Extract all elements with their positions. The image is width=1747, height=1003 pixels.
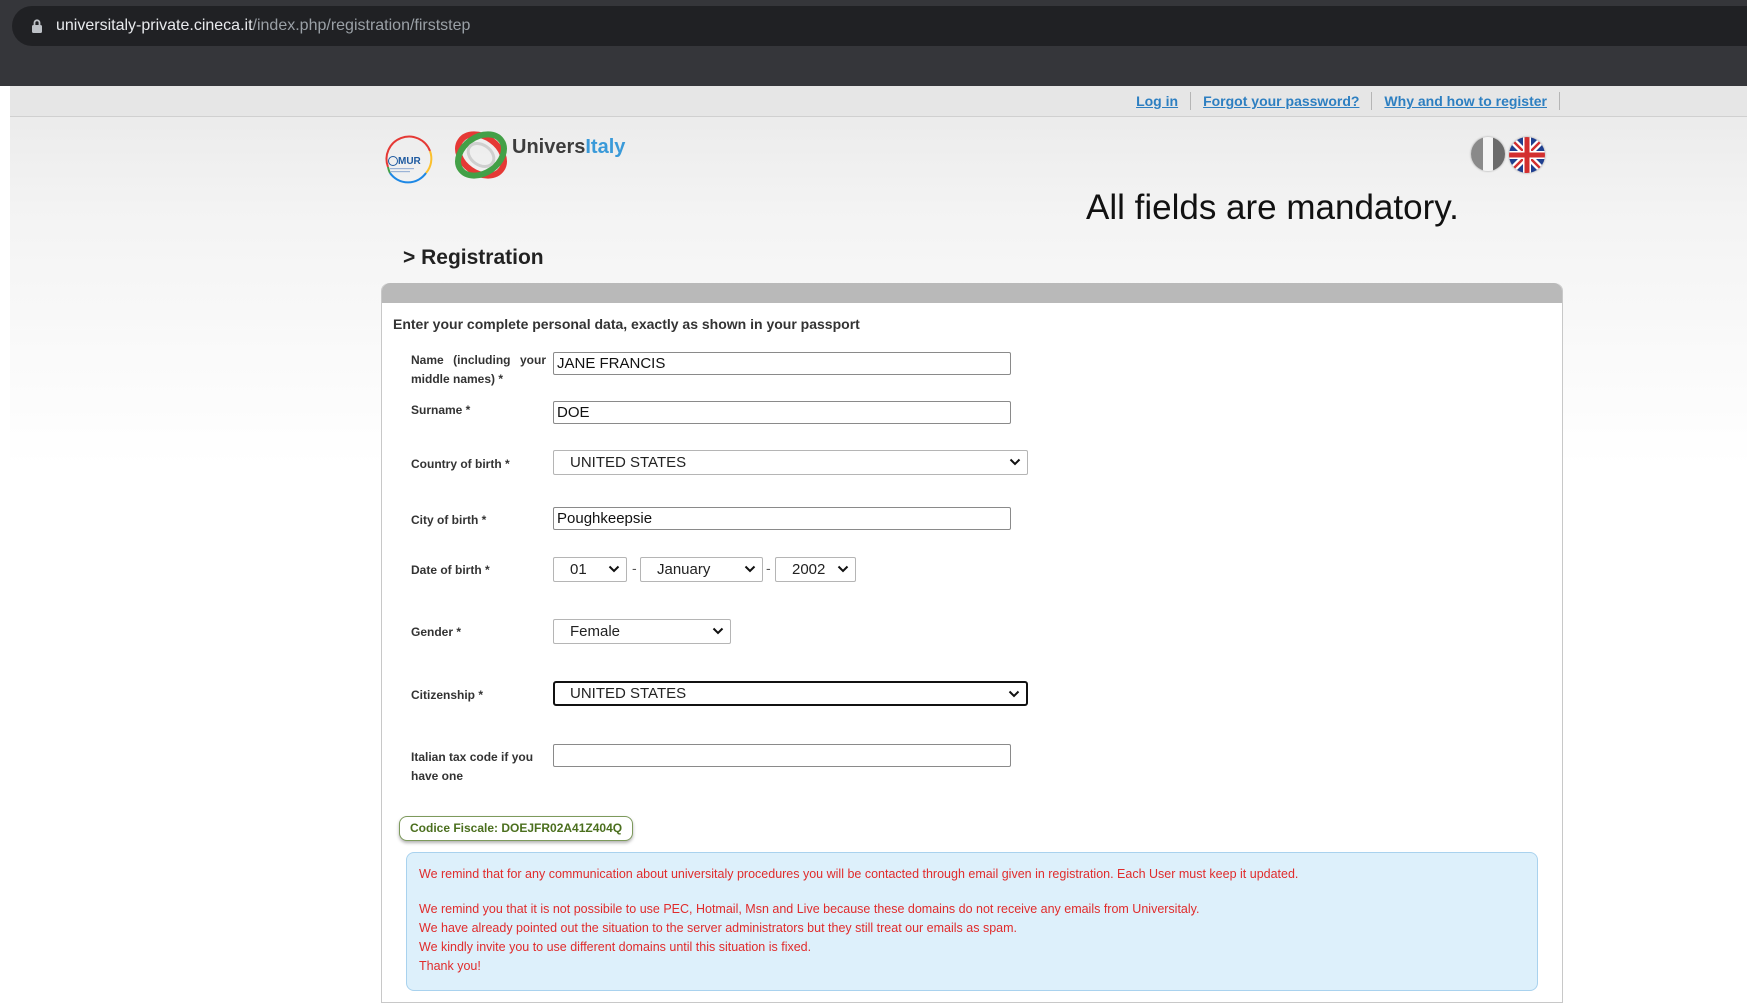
universitaly-logo-icon	[455, 131, 507, 179]
city-of-birth-label: City of birth *	[411, 513, 487, 527]
dob-day-value: 01	[570, 561, 587, 578]
login-link[interactable]: Log in	[1124, 93, 1190, 109]
brand-part2: Italy	[585, 136, 626, 158]
browser-toolbar: universitaly-private.cineca.it/index.php…	[0, 0, 1747, 86]
notice-line: We kindly invite you to use different do…	[419, 940, 812, 954]
panel-header	[382, 283, 1562, 303]
name-field[interactable]: JANE FRANCIS	[553, 352, 1011, 375]
country-of-birth-select[interactable]: UNITED STATES	[553, 450, 1028, 475]
gender-select[interactable]: Female	[553, 619, 731, 644]
notice-line: We have already pointed out the situatio…	[419, 921, 1017, 935]
chevron-down-icon	[837, 565, 849, 573]
url-path: /index.php/registration/firststep	[252, 17, 471, 34]
dob-year-value: 2002	[792, 561, 826, 578]
dob-month-select[interactable]: January	[640, 557, 763, 582]
country-of-birth-label: Country of birth *	[411, 457, 510, 471]
chevron-down-icon	[608, 565, 620, 573]
surname-label: Surname *	[411, 403, 471, 417]
brand-part1: Univers	[512, 136, 586, 158]
city-of-birth-field[interactable]: Poughkeepsie	[553, 507, 1011, 530]
gender-value: Female	[570, 623, 621, 640]
lock-icon	[32, 19, 42, 33]
address-bar[interactable]: universitaly-private.cineca.it/index.php…	[12, 6, 1747, 46]
top-nav-links: Log in Forgot your password? Why and how…	[1124, 92, 1560, 110]
notice-box: We remind that for any communication abo…	[406, 852, 1538, 991]
country-of-birth-value: UNITED STATES	[570, 454, 687, 471]
italian-flag-icon[interactable]	[1471, 137, 1505, 171]
chevron-down-icon	[1009, 458, 1021, 466]
surname-field[interactable]: DOE	[553, 401, 1011, 424]
mandatory-notice: All fields are mandatory.	[1086, 188, 1459, 227]
name-label: Name (including your middle names) *	[411, 353, 546, 386]
mur-logo-text: MUR	[398, 156, 422, 167]
citizenship-value: UNITED STATES	[570, 685, 687, 702]
dob-year-select[interactable]: 2002	[775, 557, 856, 582]
tax-code-label: Italian tax code if you have one	[411, 750, 534, 783]
gender-label: Gender *	[411, 625, 462, 639]
citizenship-label: Citizenship *	[411, 688, 484, 702]
form-intro: Enter your complete personal data, exact…	[393, 316, 860, 332]
url-host: universitaly-private.cineca.it	[56, 17, 253, 34]
registration-panel: Enter your complete personal data, exact…	[381, 283, 1563, 1003]
forgot-password-link[interactable]: Forgot your password?	[1191, 93, 1371, 109]
citizenship-select[interactable]: UNITED STATES	[553, 681, 1028, 706]
codice-fiscale-badge: Codice Fiscale: DOEJFR02A41Z404Q	[399, 816, 634, 841]
notice-line: We remind that for any communication abo…	[419, 867, 1299, 881]
tax-code-field[interactable]	[553, 744, 1011, 767]
dob-separator: -	[766, 560, 771, 576]
chevron-down-icon	[744, 565, 756, 573]
uk-flag-icon[interactable]	[1509, 137, 1545, 173]
notice-line: We remind you that it is not possibile t…	[419, 902, 1200, 916]
nav-divider	[1559, 92, 1560, 110]
chevron-down-icon	[712, 627, 724, 635]
brand-name: UniversItaly	[512, 136, 625, 159]
dob-separator: -	[632, 560, 637, 576]
page-title: > Registration	[403, 246, 544, 269]
chevron-down-icon	[1008, 690, 1020, 698]
mur-logo: MUR	[385, 135, 433, 184]
notice-line: Thank you!	[419, 959, 481, 973]
top-nav: Log in Forgot your password? Why and how…	[10, 86, 1747, 117]
why-register-link[interactable]: Why and how to register	[1372, 93, 1559, 109]
page: Log in Forgot your password? Why and how…	[10, 86, 1747, 1003]
dob-day-select[interactable]: 01	[553, 557, 627, 582]
date-of-birth-label: Date of birth *	[411, 563, 490, 577]
dob-month-value: January	[657, 561, 711, 578]
